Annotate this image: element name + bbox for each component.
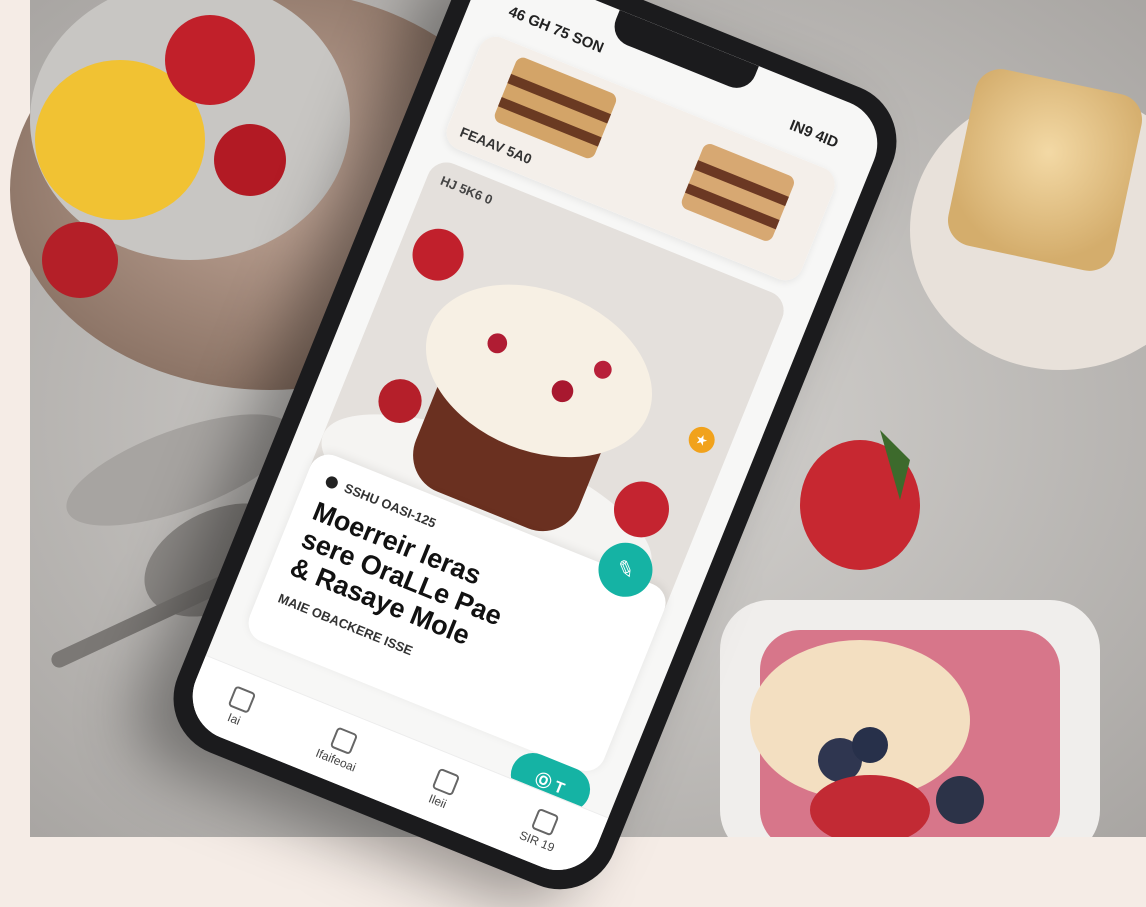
tab-home[interactable]: Iai [221, 684, 257, 729]
food-scene: 46 GH 75 SON IN9 4ID FEAAV 5A0 HJ 5K6 0 … [0, 0, 1146, 907]
strawberry [165, 15, 255, 105]
list-icon [431, 767, 461, 796]
tab-list[interactable]: Ileii [425, 767, 461, 811]
badge-dot-icon [324, 474, 340, 490]
tab-label: Iai [225, 709, 243, 728]
tab-profile[interactable]: SIR 19 [518, 804, 567, 854]
home-icon [227, 684, 257, 714]
user-icon [530, 807, 560, 836]
tab-favorites[interactable]: Ifaifeoai [314, 722, 368, 774]
heart-icon [329, 725, 359, 755]
tab-label: Ileii [426, 790, 449, 811]
status-icons: IN9 4ID [787, 116, 841, 152]
